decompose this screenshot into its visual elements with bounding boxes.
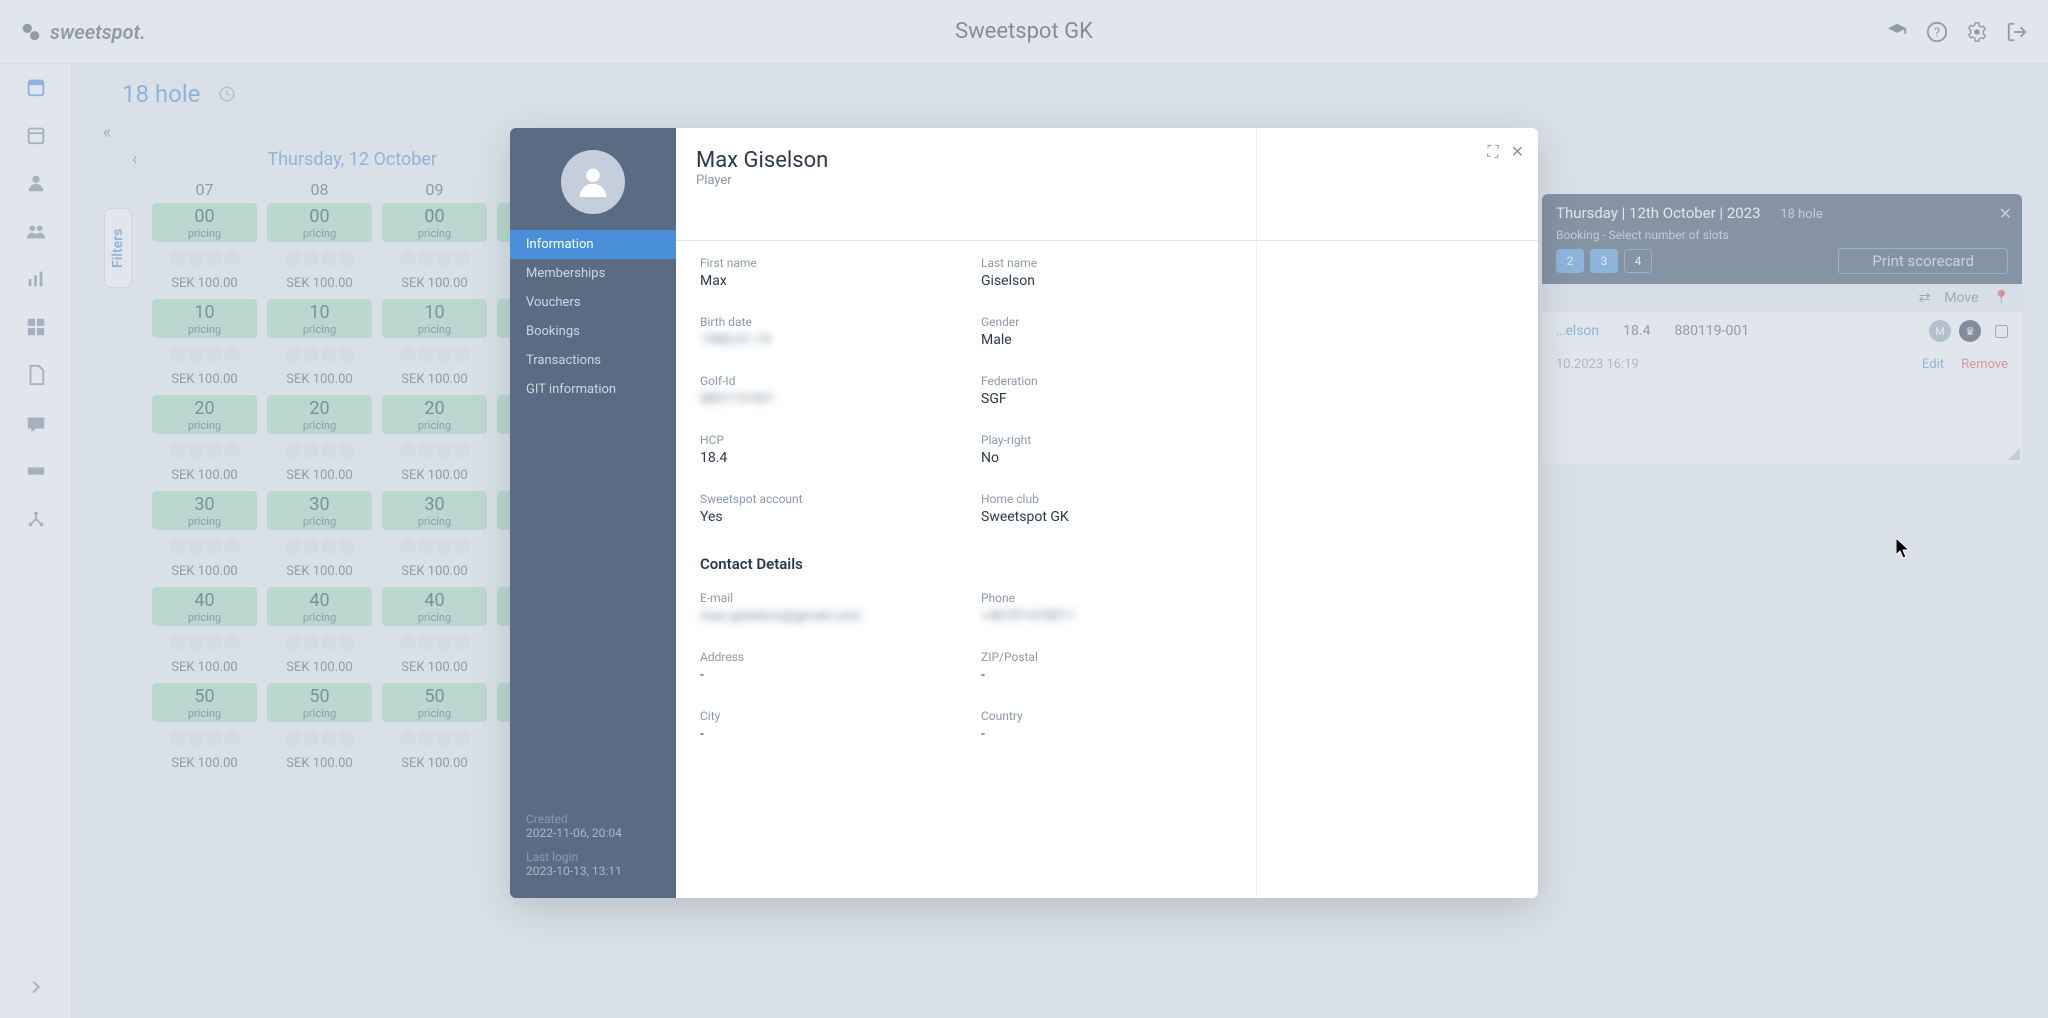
phone-label: Phone [981, 591, 1232, 605]
zip-value: - [981, 667, 1232, 683]
country-value: - [981, 726, 1232, 742]
country-label: Country [981, 709, 1232, 723]
city-value: - [700, 726, 951, 742]
modal-nav-git-information[interactable]: GIT information [510, 375, 676, 404]
phone-value: +46701418011 [981, 608, 1232, 624]
player-role: Player [696, 173, 828, 188]
last-name-label: Last name [981, 256, 1232, 270]
expand-modal-icon[interactable]: ⛶ [1487, 142, 1498, 162]
modal-nav-vouchers[interactable]: Vouchers [510, 288, 676, 317]
birth-label: Birth date [700, 315, 951, 329]
email-value: max.giselson@gmail.com [700, 608, 951, 624]
player-modal: InformationMembershipsVouchersBookingsTr… [510, 128, 1538, 898]
birth-value: 1988-01-19 [700, 332, 951, 348]
modal-nav-memberships[interactable]: Memberships [510, 259, 676, 288]
player-name: Max Giselson [696, 148, 828, 173]
avatar-icon [573, 162, 613, 202]
gender-label: Gender [981, 315, 1232, 329]
play-value: No [981, 450, 1232, 466]
login-value: 2023-10-13, 13:11 [526, 864, 660, 878]
zip-label: ZIP/Postal [981, 650, 1232, 664]
club-value: Sweetspot GK [981, 509, 1232, 525]
created-value: 2022-11-06, 20:04 [526, 826, 660, 840]
acct-label: Sweetspot account [700, 492, 951, 506]
avatar [561, 150, 625, 214]
modal-nav-information[interactable]: Information [510, 230, 676, 259]
modal-sidebar: InformationMembershipsVouchersBookingsTr… [510, 128, 676, 898]
fed-label: Federation [981, 374, 1232, 388]
golfid-label: Golf-Id [700, 374, 951, 388]
hcp-value: 18.4 [700, 450, 951, 466]
close-modal-icon[interactable]: ✕ [1511, 142, 1524, 162]
city-label: City [700, 709, 951, 723]
addr-value: - [700, 667, 951, 683]
gender-value: Male [981, 332, 1232, 348]
acct-value: Yes [700, 509, 951, 525]
created-label: Created [526, 812, 660, 826]
club-label: Home club [981, 492, 1232, 506]
fed-value: SGF [981, 391, 1232, 407]
golfid-value: 880119-001 [700, 391, 951, 407]
addr-label: Address [700, 650, 951, 664]
modal-nav-transactions[interactable]: Transactions [510, 346, 676, 375]
modal-content: First name Max Last name Giselson Birth da… [676, 128, 1256, 898]
first-name-label: First name [700, 256, 951, 270]
email-label: E-mail [700, 591, 951, 605]
play-label: Play-right [981, 433, 1232, 447]
contact-section-title: Contact Details [700, 555, 1232, 573]
modal-right-pane [1256, 128, 1536, 898]
hcp-label: HCP [700, 433, 951, 447]
last-name-value: Giselson [981, 273, 1232, 289]
first-name-value: Max [700, 273, 951, 289]
modal-nav-bookings[interactable]: Bookings [510, 317, 676, 346]
login-label: Last login [526, 850, 660, 864]
